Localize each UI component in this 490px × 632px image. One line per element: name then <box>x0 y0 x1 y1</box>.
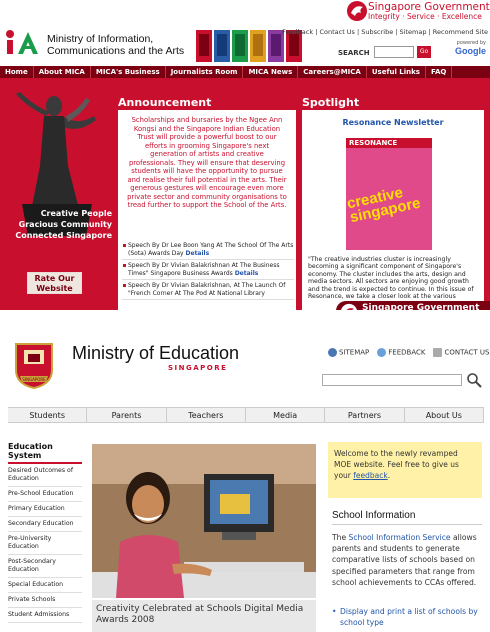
nav-partners[interactable]: Partners <box>325 408 405 422</box>
feature-photo-girl-at-computer[interactable] <box>92 444 316 598</box>
slogan-line3: Connected Singapore <box>15 231 112 240</box>
slogan-line1: Creative People <box>40 209 112 218</box>
mica-main-nav: Home About MICA MICA's Business Journali… <box>0 66 490 78</box>
feedback-link[interactable]: FEEDBACK <box>377 348 425 357</box>
sidebar-item-pre-school[interactable]: Pre-School Education <box>8 487 82 502</box>
nav-faq[interactable]: FAQ <box>426 66 453 78</box>
nav-mica-news[interactable]: MICA News <box>243 66 299 78</box>
moe-title: Ministry of Education <box>72 343 240 363</box>
rate-our-website-button[interactable]: Rate Our Website <box>27 272 82 294</box>
announcement-panel: Scholarships and bursaries by the Ngee A… <box>118 110 296 310</box>
spotlight-text: "The creative industries cluster is incr… <box>308 256 474 301</box>
nav-careers[interactable]: Careers@MICA <box>298 66 367 78</box>
education-system-sidebar: Education System Desired Outcomes of Edu… <box>8 428 82 623</box>
go-button[interactable]: Go <box>417 46 431 58</box>
moe-utility-links: SITEMAP FEEDBACK CONTACT US <box>328 348 489 357</box>
org-name-line2: Communications and the Arts <box>47 45 185 57</box>
welcome-box: Welcome to the newly revamped MOE websit… <box>328 442 482 498</box>
contact-label: CONTACT US <box>444 348 490 357</box>
rate-label-line1: Rate Our <box>34 274 75 283</box>
moe-main-nav: Students Parents Teachers Media Partners… <box>8 407 484 423</box>
magazine-masthead: RESONANCE <box>346 138 432 148</box>
singapore-government-banner[interactable]: Singapore Government Integrity · Service… <box>346 0 490 24</box>
nav-micas-business[interactable]: MICA's Business <box>91 66 166 78</box>
feedback-link-inline[interactable]: feedback <box>353 471 387 480</box>
nav-students[interactable]: Students <box>8 408 88 422</box>
announcement-item[interactable]: Speech By Dr Vivian Balakrishnan At The … <box>122 260 294 280</box>
nav-teachers[interactable]: Teachers <box>167 408 246 422</box>
announcement-item[interactable]: Speech By Dr Vivian Balakrishnan, At The… <box>122 280 294 300</box>
sidebar-heading: Education System <box>8 428 82 464</box>
announcement-heading: Announcement <box>118 96 212 109</box>
resonance-magazine-cover[interactable]: RESONANCE creative singapore <box>346 138 432 250</box>
nav-about-mica[interactable]: About MICA <box>34 66 91 78</box>
nav-about-us[interactable]: About Us <box>405 408 484 422</box>
announcement-list: Speech By Dr Lee Boon Yang At The School… <box>122 240 294 300</box>
feedback-label: FEEDBACK <box>388 348 426 357</box>
announcement-item[interactable]: Speech By Dr Lee Boon Yang At The School… <box>122 240 294 260</box>
rate-label-line2: Website <box>36 284 73 293</box>
si-text-pre: The <box>332 533 349 542</box>
sitemap-label: SITEMAP <box>339 348 370 357</box>
search-input[interactable] <box>374 46 414 58</box>
mica-org-name: Ministry of Information, Communications … <box>47 33 184 57</box>
announcement-item-text: Speech By Dr Vivian Balakrishnan, At The… <box>128 282 286 297</box>
magazine-cover-text: creative singapore <box>346 183 422 226</box>
details-link[interactable]: Details <box>235 270 259 277</box>
welcome-end: . <box>387 471 391 480</box>
sidebar-item-secondary[interactable]: Secondary Education <box>8 517 82 532</box>
mica-website: Singapore Government Integrity · Service… <box>0 0 490 323</box>
search-label: SEARCH <box>338 49 370 57</box>
sidebar-item-student-admissions[interactable]: Student Admissions <box>8 608 82 623</box>
contact-link[interactable]: CONTACT US <box>433 348 489 357</box>
moe-search-input[interactable] <box>322 374 462 386</box>
search-icon[interactable] <box>466 372 482 388</box>
feature-caption[interactable]: Creativity Celebrated at Schools Digital… <box>92 600 316 632</box>
moe-crest-icon[interactable]: SINGAPORE <box>14 340 54 390</box>
school-information-text: The School Information Service allows pa… <box>332 532 486 588</box>
spotlight-heading: Spotlight <box>302 96 360 109</box>
sidebar-item-special[interactable]: Special Education <box>8 578 82 593</box>
envelope-icon <box>433 348 443 357</box>
school-information-heading: School Information <box>332 510 416 521</box>
nav-useful-links[interactable]: Useful Links <box>367 66 426 78</box>
lion-head-icon <box>347 1 367 21</box>
globe-icon <box>328 348 337 357</box>
divider <box>332 524 482 525</box>
sitemap-link[interactable]: SITEMAP <box>328 348 369 357</box>
display-schools-link[interactable]: Display and print a list of schools by s… <box>332 606 486 628</box>
moe-subtitle: SINGAPORE <box>168 364 228 372</box>
top-utility-links[interactable]: Feedback | Contact Us | Subscribe | Site… <box>282 28 488 36</box>
slogan-line2: Gracious Community <box>18 220 112 229</box>
crest-text: SINGAPORE <box>22 377 46 382</box>
mica-slogan: Creative People Gracious Community Conne… <box>4 208 112 241</box>
sidebar-item-desired-outcomes[interactable]: Desired Outcomes of Education <box>8 464 82 487</box>
sidebar-item-private-schools[interactable]: Private Schools <box>8 593 82 608</box>
google-logo: Google <box>455 46 486 56</box>
sidebar-item-primary[interactable]: Primary Education <box>8 502 82 517</box>
announcement-item-text: Speech By Dr Lee Boon Yang At The School… <box>128 242 294 257</box>
spotlight-panel: Resonance Newsletter RESONANCE creative … <box>302 110 484 310</box>
announcement-quote: Scholarships and bursaries by the Ngee A… <box>127 116 287 209</box>
nav-home[interactable]: Home <box>0 66 34 78</box>
school-information-service-link[interactable]: School Information Service <box>349 533 451 542</box>
page: Singapore Government Integrity · Service… <box>0 0 490 632</box>
nav-journalists-room[interactable]: Journalists Room <box>166 66 244 78</box>
moe-website: SINGAPORE Ministry of Education SINGAPOR… <box>0 310 490 632</box>
details-link[interactable]: Details <box>186 250 210 257</box>
sg-subtitle: Integrity · Service · Excellence <box>368 12 482 21</box>
org-name-line1: Ministry of Information, <box>47 33 154 45</box>
sidebar-item-pre-university[interactable]: Pre-University Education <box>8 532 82 555</box>
nav-parents[interactable]: Parents <box>87 408 167 422</box>
feedback-icon <box>377 348 387 357</box>
nav-media[interactable]: Media <box>246 408 326 422</box>
mica-logo-icon[interactable] <box>4 28 44 56</box>
resonance-newsletter-link[interactable]: Resonance Newsletter <box>302 118 484 127</box>
sidebar-item-post-secondary[interactable]: Post-Secondary Education <box>8 555 82 578</box>
